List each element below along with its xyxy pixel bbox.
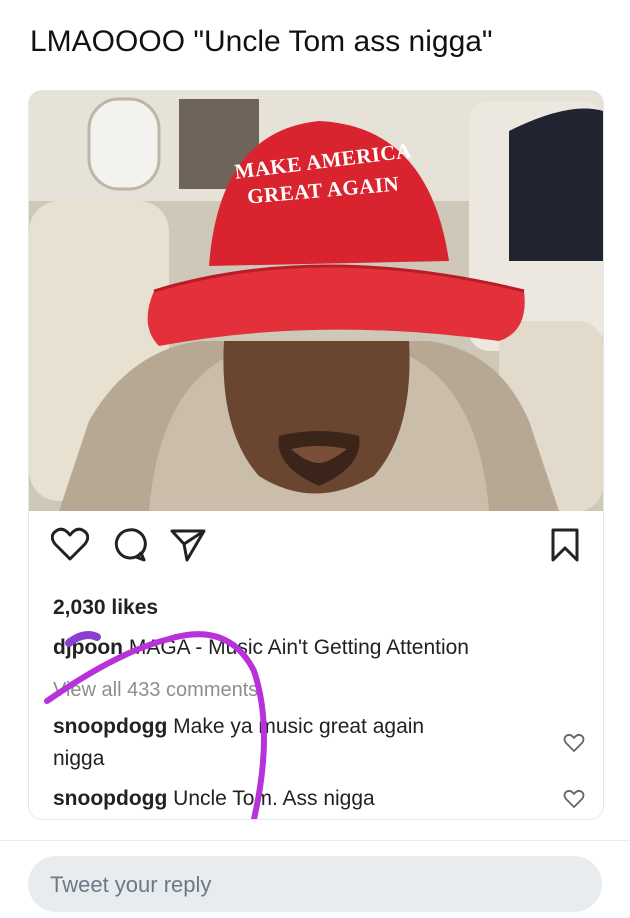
- caption-text: MAGA - Music Ain't Getting Attention: [128, 636, 469, 659]
- reply-input[interactable]: Tweet your reply: [28, 856, 602, 912]
- small-heart-icon[interactable]: [563, 733, 585, 758]
- comment-2: snoopdogg Uncle Tom. Ass nigga: [53, 787, 375, 811]
- instagram-post-card: MAKE AMERICA GREAT AGAIN 2,030 likes djp…: [28, 90, 604, 820]
- likes-count[interactable]: 2,030 likes: [53, 596, 158, 620]
- reply-placeholder: Tweet your reply: [50, 872, 212, 897]
- post-caption: djpoon MAGA - Music Ain't Getting Attent…: [53, 636, 469, 660]
- post-action-bar: [29, 519, 603, 569]
- comment-username[interactable]: snoopdogg: [53, 715, 167, 738]
- comment-icon[interactable]: [111, 527, 147, 568]
- small-heart-icon[interactable]: [563, 789, 585, 814]
- tweet-text: LMAOOOO "Uncle Tom ass nigga": [30, 25, 493, 58]
- share-icon[interactable]: [169, 527, 207, 568]
- reply-divider: [0, 840, 630, 841]
- comment-1-continued: nigga: [53, 747, 105, 770]
- post-photo: MAKE AMERICA GREAT AGAIN: [29, 91, 603, 511]
- caption-username[interactable]: djpoon: [53, 636, 123, 659]
- comment-text: Uncle Tom. Ass nigga: [173, 787, 375, 810]
- comment-1: snoopdogg Make ya music great again: [53, 715, 424, 739]
- bookmark-icon[interactable]: [549, 527, 581, 568]
- comment-username[interactable]: snoopdogg: [53, 787, 167, 810]
- view-all-comments-link[interactable]: View all 433 comments: [53, 679, 258, 702]
- comment-text: Make ya music great again: [173, 715, 425, 738]
- heart-icon[interactable]: [50, 527, 90, 566]
